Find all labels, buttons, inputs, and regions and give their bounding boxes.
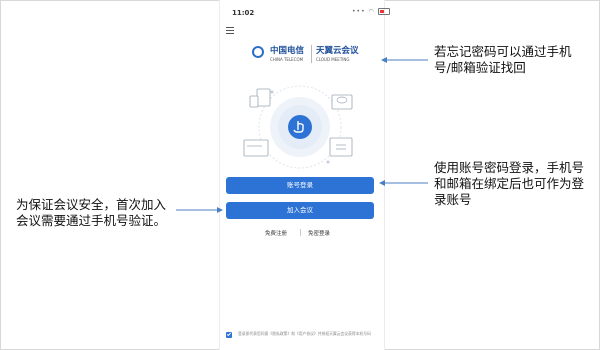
annotation-arrows <box>176 57 428 213</box>
